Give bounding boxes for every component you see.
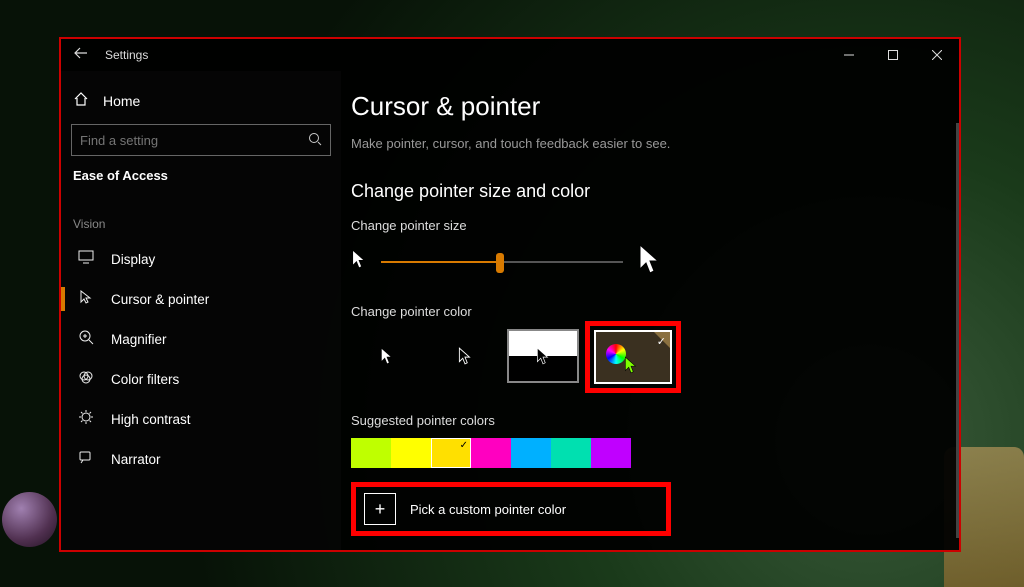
display-icon: [77, 250, 95, 268]
maximize-button[interactable]: [871, 39, 915, 71]
home-nav[interactable]: Home: [71, 83, 331, 124]
high-contrast-icon: [77, 409, 95, 429]
plus-icon: +: [364, 493, 396, 525]
wallpaper-ornament: [2, 492, 57, 547]
sidebar-item-narrator[interactable]: Narrator: [71, 439, 331, 479]
color-filters-icon: [77, 369, 95, 389]
minimize-button[interactable]: [827, 39, 871, 71]
color-swatch[interactable]: [351, 438, 391, 468]
content-pane: Cursor & pointer Make pointer, cursor, a…: [341, 71, 959, 550]
checkmark-icon: ✓: [657, 335, 666, 348]
pointer-size-row: [351, 243, 949, 280]
suggested-colors-label: Suggested pointer colors: [351, 413, 949, 428]
search-box[interactable]: [71, 124, 331, 156]
back-button[interactable]: [61, 46, 101, 64]
sidebar-item-display[interactable]: Display: [71, 239, 331, 279]
color-swatch[interactable]: [591, 438, 631, 468]
window-controls: [827, 39, 959, 71]
sidebar-item-label: Display: [111, 252, 155, 267]
color-swatch[interactable]: [471, 438, 511, 468]
sidebar-item-label: Color filters: [111, 372, 179, 387]
section-heading: Change pointer size and color: [351, 181, 949, 202]
pointer-size-label: Change pointer size: [351, 218, 949, 233]
scrollbar[interactable]: [956, 123, 959, 538]
magnifier-icon: [77, 329, 95, 349]
color-swatch[interactable]: ✓: [431, 438, 471, 468]
checkmark-icon: ✓: [460, 440, 468, 451]
category-heading: Ease of Access: [71, 156, 331, 189]
narrator-icon: [77, 449, 95, 469]
sidebar-item-magnifier[interactable]: Magnifier: [71, 319, 331, 359]
sidebar-item-label: High contrast: [111, 412, 191, 427]
sidebar-item-label: Narrator: [111, 452, 161, 467]
cursor-small-icon: [351, 249, 367, 274]
cursor-large-icon: [637, 243, 663, 280]
pointer-size-slider[interactable]: [381, 250, 623, 274]
pointer-color-white[interactable]: [351, 329, 423, 383]
window-title: Settings: [101, 48, 148, 62]
home-icon: [73, 91, 89, 110]
slider-thumb[interactable]: [496, 253, 504, 273]
search-icon: [308, 132, 322, 149]
sidebar-item-high-contrast[interactable]: High contrast: [71, 399, 331, 439]
close-button[interactable]: [915, 39, 959, 71]
cursor-icon: [77, 289, 95, 309]
home-label: Home: [103, 93, 140, 109]
pointer-color-black[interactable]: [429, 329, 501, 383]
settings-window: Settings Home Ease of Access Vision Disp…: [59, 37, 961, 552]
color-wheel-icon: [606, 344, 626, 364]
annotation-highlight: ✓: [585, 321, 681, 393]
color-swatch[interactable]: [551, 438, 591, 468]
group-label: Vision: [71, 189, 331, 239]
sidebar-item-cursor-pointer[interactable]: Cursor & pointer: [71, 279, 331, 319]
pointer-color-inverted[interactable]: [507, 329, 579, 383]
pick-custom-color-label: Pick a custom pointer color: [410, 502, 566, 517]
pick-custom-color-button[interactable]: + Pick a custom pointer color: [364, 493, 658, 525]
slider-fill: [381, 261, 500, 263]
search-input[interactable]: [80, 133, 308, 148]
suggested-colors-row: ✓: [351, 438, 949, 468]
titlebar: Settings: [61, 39, 959, 71]
sidebar-item-color-filters[interactable]: Color filters: [71, 359, 331, 399]
sidebar: Home Ease of Access Vision Display Curso…: [61, 71, 341, 550]
pointer-color-options: ✓: [351, 329, 949, 393]
page-description: Make pointer, cursor, and touch feedback…: [351, 136, 949, 151]
sidebar-item-label: Cursor & pointer: [111, 292, 209, 307]
pointer-color-custom[interactable]: ✓: [594, 330, 672, 384]
page-title: Cursor & pointer: [351, 91, 949, 122]
pointer-color-label: Change pointer color: [351, 304, 949, 319]
color-swatch[interactable]: [391, 438, 431, 468]
cursor-icon: [624, 356, 638, 379]
sidebar-item-label: Magnifier: [111, 332, 167, 347]
color-swatch[interactable]: [511, 438, 551, 468]
annotation-highlight: + Pick a custom pointer color: [351, 482, 671, 536]
